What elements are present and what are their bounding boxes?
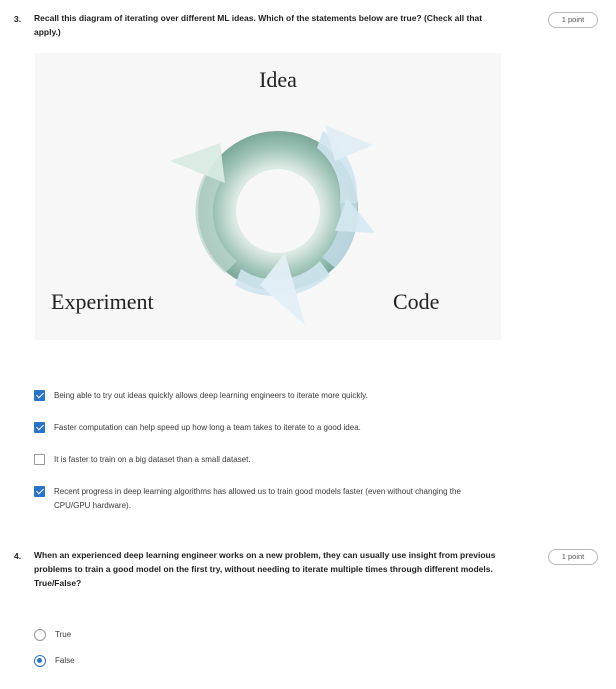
option-label: False	[55, 656, 75, 665]
checkbox-checked-icon[interactable]	[34, 422, 45, 433]
option-label: Being able to try out ideas quickly allo…	[54, 391, 368, 400]
diagram-label-idea: Idea	[259, 67, 297, 92]
points-badge: 1 point	[548, 12, 598, 28]
question-text: When an experienced deep learning engine…	[34, 550, 496, 588]
option-radio[interactable]: True	[34, 628, 556, 642]
option-checkbox[interactable]: Recent progress in deep learning algorit…	[34, 485, 466, 513]
option-label: True	[55, 630, 72, 639]
option-label: Faster computation can help speed up how…	[54, 423, 361, 432]
option-checkbox[interactable]: It is faster to train on a big dataset t…	[34, 453, 556, 467]
question-text: Recall this diagram of iterating over di…	[34, 13, 483, 37]
option-checkbox[interactable]: Faster computation can help speed up how…	[34, 421, 556, 435]
option-checkbox[interactable]: Being able to try out ideas quickly allo…	[34, 389, 556, 403]
diagram-label-code: Code	[393, 289, 439, 314]
question-number: 3.	[14, 14, 22, 24]
option-label: Recent progress in deep learning algorit…	[54, 487, 461, 510]
option-radio[interactable]: False	[34, 654, 556, 668]
checkbox-checked-icon[interactable]	[34, 486, 45, 497]
option-label: It is faster to train on a big dataset t…	[54, 455, 251, 464]
question-number: 4.	[14, 551, 22, 561]
checkbox-checked-icon[interactable]	[34, 390, 45, 401]
iteration-diagram: Idea Experiment Code	[35, 53, 501, 340]
checkbox-unchecked-icon[interactable]	[34, 454, 45, 465]
points-badge: 1 point	[548, 549, 598, 565]
iteration-cycle-svg: Idea Experiment Code	[51, 67, 439, 325]
diagram-label-experiment: Experiment	[51, 289, 154, 314]
radio-unselected-icon[interactable]	[34, 629, 46, 641]
radio-selected-icon[interactable]	[34, 655, 46, 667]
